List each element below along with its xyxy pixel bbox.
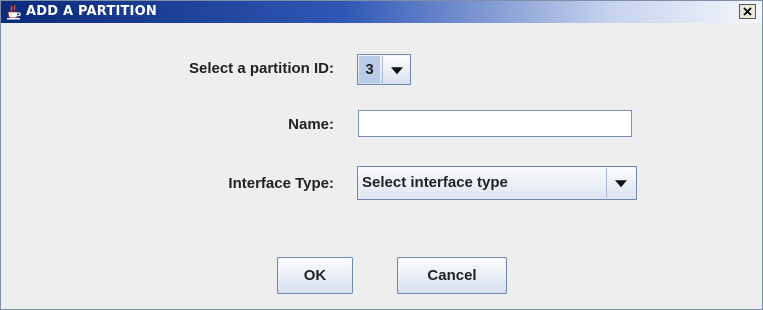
interface-type-value: Select interface type	[362, 174, 508, 191]
interface-type-dropdown[interactable]: Select interface type	[357, 166, 637, 200]
partition-id-label: Select a partition ID:	[188, 60, 334, 77]
close-icon	[743, 7, 752, 16]
java-cup-icon	[7, 4, 21, 20]
name-label: Name:	[288, 116, 334, 133]
interface-type-label: Interface Type:	[228, 175, 334, 192]
cancel-button[interactable]: Cancel	[397, 257, 507, 294]
partition-id-dropdown-arrow[interactable]	[382, 56, 410, 83]
dialog-title: ADD A PARTITION	[26, 4, 157, 19]
add-partition-dialog: ADD A PARTITION Select a partition ID: 3…	[0, 0, 763, 310]
partition-id-dropdown[interactable]: 3	[357, 54, 411, 85]
title-bar[interactable]: ADD A PARTITION	[1, 1, 762, 23]
name-input[interactable]	[358, 110, 632, 137]
interface-type-dropdown-arrow[interactable]	[606, 168, 635, 198]
close-button[interactable]	[739, 4, 756, 19]
chevron-down-icon	[615, 180, 627, 188]
partition-id-value: 3	[359, 56, 380, 83]
ok-button[interactable]: OK	[277, 257, 353, 294]
dialog-content: Select a partition ID: 3 Name: Interface…	[1, 24, 762, 309]
chevron-down-icon	[390, 66, 403, 74]
